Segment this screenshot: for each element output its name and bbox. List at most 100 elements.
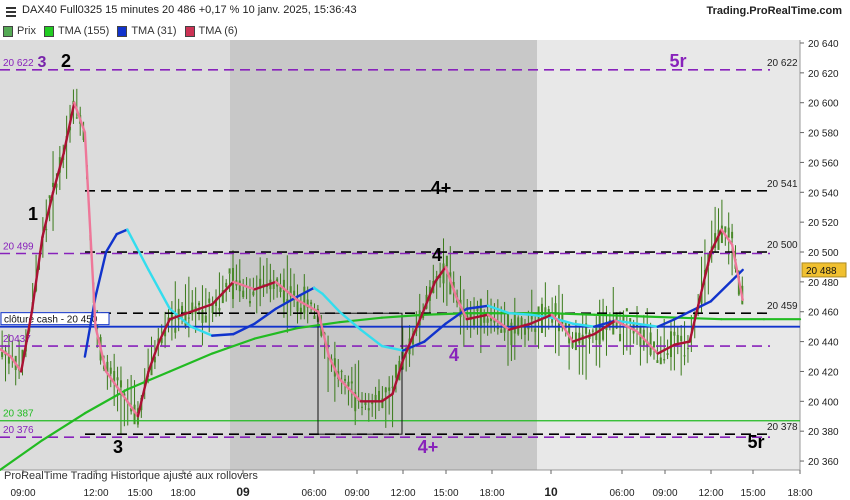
x-tick-label: 12:00 [698,488,723,499]
candle-body [513,313,516,334]
series-segment [550,312,596,316]
chart-window: 20 360 20 380 20 400 20 420 20 440 20 460 20 4… [0,0,850,500]
candle-body [187,317,190,319]
candle-body [174,328,177,333]
level-right-label: 20 378 [767,422,798,433]
x-tick-label: 18:00 [170,488,195,499]
legend-item[interactable]: TMA (155) [43,23,110,39]
candle-body [394,364,397,378]
legend-label: TMA (155) [57,25,110,37]
annotation-label: 3 [38,54,47,71]
x-tick-label: 09 [236,485,250,499]
candle-body [500,329,503,333]
annotation-label: 5r [669,51,686,71]
candle-body [109,367,112,374]
x-tick-label: 15:00 [433,488,458,499]
current-price-label: 20 488 [806,266,837,277]
candle-body [350,381,353,384]
series-segment [593,313,638,318]
y-tick-label: 20 620 [808,69,839,80]
menu-icon[interactable] [5,6,17,17]
legend-item[interactable]: TMA (31) [117,23,177,39]
candle-body [116,377,119,381]
candle-body [629,318,632,322]
candle-body [388,387,391,391]
session-bg-day1 [0,40,230,470]
candle-body [238,280,241,292]
y-tick-label: 20 460 [808,308,839,319]
candle-body [483,315,486,323]
legend-swatch [43,25,54,37]
legend-item[interactable]: Prix [3,23,36,39]
candle-body [361,406,364,408]
candle-body [282,279,285,303]
candle-body [486,318,489,323]
annotation-label: 5r [747,432,764,452]
y-tick-label: 20 400 [808,397,839,408]
x-tick-label: 09:00 [10,488,35,499]
level-right-label: 20 622 [767,58,798,69]
session-bg-day3 [537,40,800,470]
candle-body [442,263,445,284]
candle-body [272,284,275,289]
candle-body [666,353,669,356]
x-tick-label: 18:00 [787,488,812,499]
session-bg-day2 [230,40,537,470]
annotation-label: 4+ [418,437,439,457]
y-tick-label: 20 360 [808,457,839,468]
legend-swatch [184,25,195,37]
y-tick-label: 20 560 [808,158,839,169]
legend-label: TMA (31) [131,25,177,37]
y-tick-label: 20 500 [808,248,839,259]
series-segment [211,332,235,337]
x-tick-label: 15:00 [127,488,152,499]
candle-body [344,378,347,381]
y-tick-label: 20 540 [808,188,839,199]
indicator-legend: Prix TMA (155) TMA (31) TMA (6) [0,23,246,39]
candle-body [377,390,380,401]
legend-item[interactable]: TMA (6) [184,23,238,39]
candle-body [303,286,306,314]
candle-body [673,331,676,336]
candle-body [659,357,662,365]
candle-body [225,282,228,288]
candle-body [204,315,207,323]
y-tick-label: 20 640 [808,39,839,50]
legend-swatch [3,25,13,37]
y-tick-label: 20 440 [808,338,839,349]
candle-body [625,308,628,312]
footer-note: ProRealTime Trading Historique ajusté au… [4,470,258,482]
site-name[interactable]: Trading.ProRealTime.com [706,5,842,17]
candle-body [534,328,537,332]
price-chart[interactable]: 20 360 20 380 20 400 20 420 20 440 20 460 20 4… [0,0,850,500]
candle-body [340,371,343,373]
candle-body [75,117,78,119]
x-tick-label: 10 [544,485,558,499]
candle-body [299,307,302,313]
level-left-label: 20 622 [3,58,34,69]
series-segment [635,315,681,319]
candle-body [663,359,666,361]
candle-body [228,268,231,274]
series-segment [508,312,532,316]
y-tick-label: 20 420 [808,367,839,378]
y-tick-label: 20 480 [808,278,839,289]
annotation-label: 4 [449,345,459,365]
annotation-label: 1 [28,204,38,224]
candle-body [656,360,659,363]
candle-body [720,225,723,244]
legend-label: TMA (6) [198,25,238,37]
candle-body [686,348,689,350]
annotation-label: 3 [113,437,123,457]
candle-body [313,315,316,319]
y-tick-label: 20 600 [808,99,839,110]
candle-body [591,330,594,332]
candle-body [445,255,448,267]
candle-body [208,298,211,303]
candle-body [347,381,350,387]
level-right-label: 20 459 [767,301,798,312]
x-tick-label: 15:00 [740,488,765,499]
level-left-label: 20 499 [3,242,34,253]
y-tick-label: 20 580 [808,129,839,140]
candle-body [293,290,296,296]
